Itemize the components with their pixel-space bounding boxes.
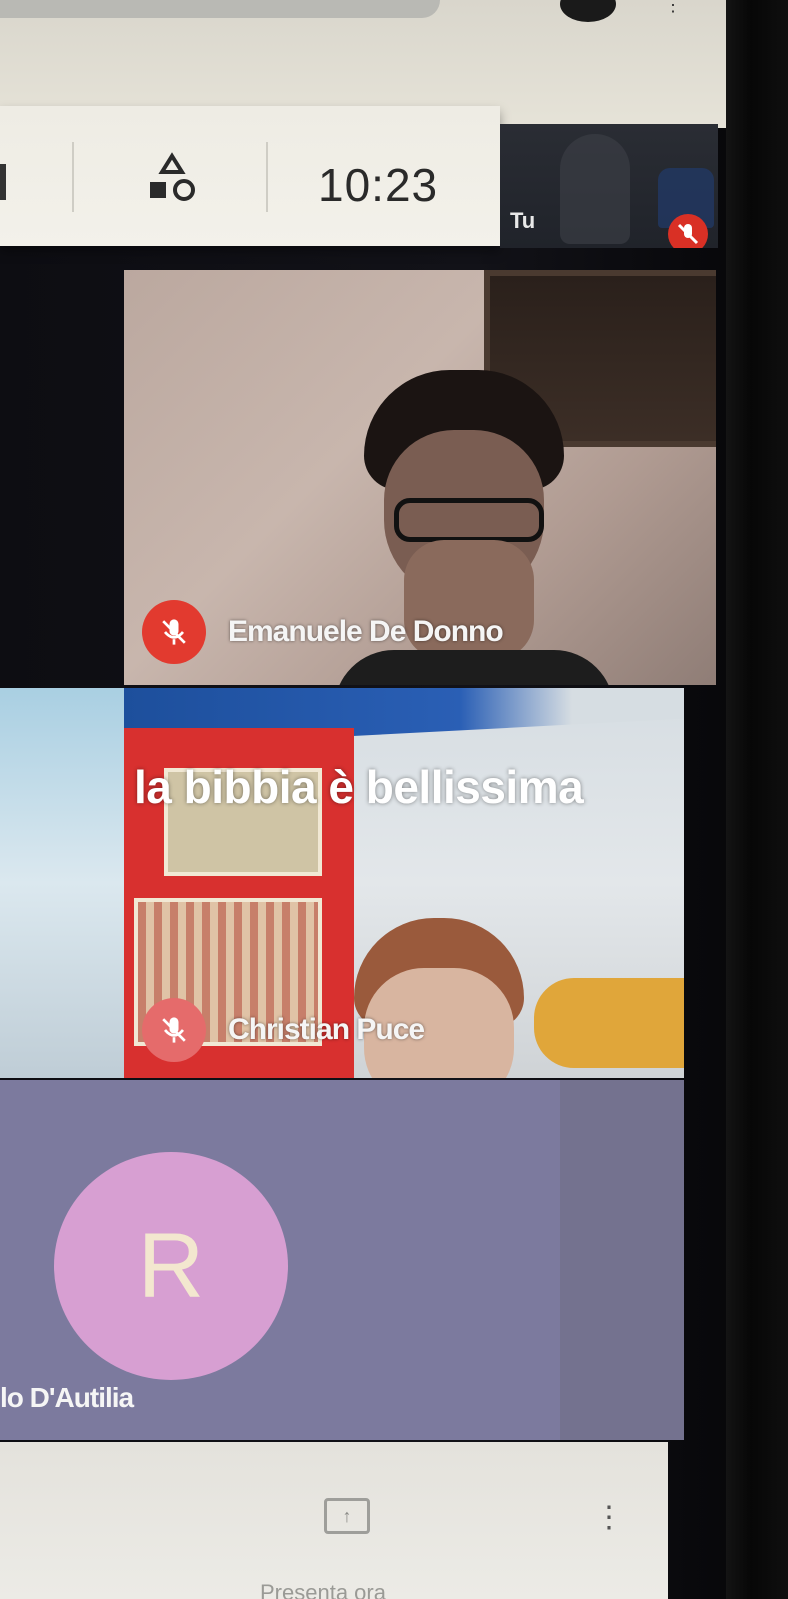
- self-video: [560, 134, 630, 244]
- participant-name-row: Emanuele De Donno: [142, 600, 504, 664]
- present-now-label[interactable]: Presenta ora: [260, 1580, 386, 1599]
- partial-participant-tile[interactable]: [560, 1080, 684, 1440]
- participant-name: Emanuele De Donno: [228, 615, 504, 648]
- participant-tile-avatar[interactable]: R lo D'Autilia: [0, 1080, 560, 1440]
- participant-tile-christian[interactable]: Christian Puce: [124, 688, 684, 1078]
- shapes-icon[interactable]: [144, 152, 200, 208]
- present-screen-icon[interactable]: ↑: [324, 1498, 370, 1534]
- self-view-tile[interactable]: Tu: [500, 124, 718, 248]
- toolbar-divider: [266, 142, 268, 212]
- meeting-clock: 10:23: [318, 159, 439, 211]
- more-options-icon[interactable]: ⋮: [594, 1503, 624, 1552]
- browser-menu-icon[interactable]: ⋮: [664, 0, 682, 18]
- participant-name: lo D'Autilia: [0, 1382, 134, 1413]
- mic-off-icon: [142, 998, 206, 1062]
- meet-screen: ⋮ 10:23 Tu Emanuele De Donno Christian P…: [0, 0, 788, 1599]
- self-view-label: Tu: [510, 208, 536, 233]
- live-caption: la bibbia è bellissima: [134, 761, 584, 813]
- address-bar[interactable]: [0, 0, 440, 18]
- partial-participant-tile[interactable]: [0, 688, 124, 1078]
- toolbar-edge-icon[interactable]: [0, 164, 6, 200]
- participant-tile-emanuele[interactable]: Emanuele De Donno: [124, 270, 716, 685]
- participant-name: Christian Puce: [228, 1013, 425, 1046]
- mic-off-icon: [142, 600, 206, 664]
- participant-name-row: Christian Puce: [142, 998, 425, 1062]
- mic-off-icon: [668, 214, 708, 248]
- device-bezel: [726, 0, 788, 1599]
- toolbar-divider: [72, 142, 74, 212]
- avatar: R: [54, 1152, 288, 1380]
- meet-top-toolbar: 10:23: [0, 106, 500, 246]
- profile-avatar[interactable]: [560, 0, 616, 22]
